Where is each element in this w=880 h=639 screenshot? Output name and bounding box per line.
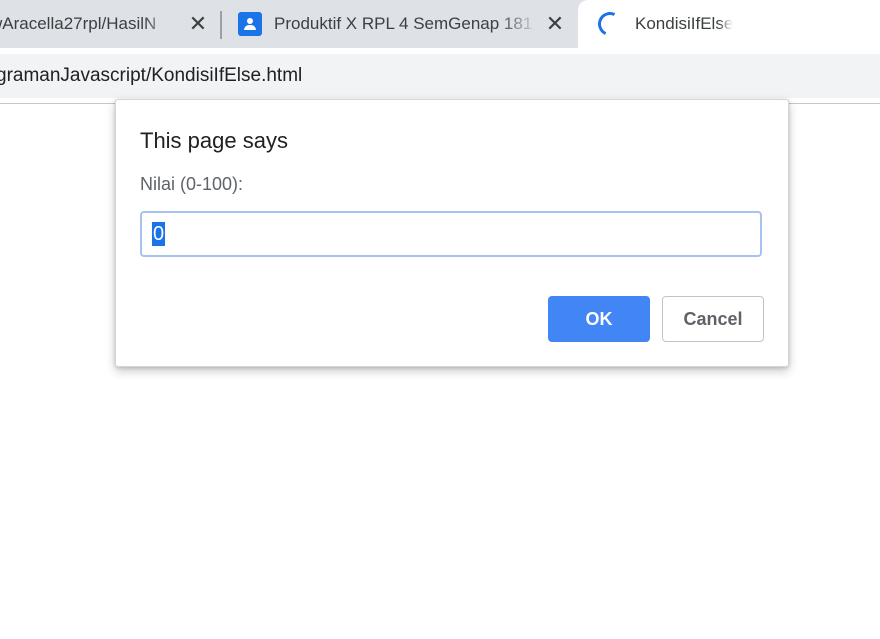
classroom-icon [238, 12, 262, 36]
tab-produktif[interactable]: Produktif X RPL 4 SemGenap 181 ✕ [222, 0, 578, 48]
tab-title: KondisiIfElse [635, 14, 734, 33]
ok-button[interactable]: OK [548, 296, 650, 342]
close-icon[interactable]: ✕ [187, 12, 209, 37]
cancel-button[interactable]: Cancel [662, 296, 764, 342]
dialog-message: Nilai (0-100): [140, 174, 244, 194]
browser-toolbar: gramanJavascript/KondisiIfElse.html [0, 48, 880, 104]
tab-title: Produktif X RPL 4 SemGenap 181 [274, 14, 533, 33]
loading-spinner-icon [594, 8, 626, 40]
tab-title: wAracella27rpl/HasilN [0, 14, 157, 33]
tab-strip: wAracella27rpl/HasilN ✕ Produktif X RPL … [0, 0, 880, 48]
dialog-title: This page says [140, 128, 288, 153]
tab-hasil[interactable]: wAracella27rpl/HasilN ✕ [0, 0, 220, 48]
tab-kondisiifelse-active[interactable]: KondisiIfElse [578, 0, 880, 48]
close-icon[interactable]: ✕ [544, 12, 566, 37]
prompt-input[interactable]: 0 [140, 211, 762, 257]
prompt-dialog: This page says Nilai (0-100): 0 OK Cance… [115, 99, 789, 367]
address-bar[interactable]: gramanJavascript/KondisiIfElse.html [0, 54, 880, 98]
prompt-input-value: 0 [152, 222, 166, 246]
address-url[interactable]: gramanJavascript/KondisiIfElse.html [0, 65, 302, 87]
